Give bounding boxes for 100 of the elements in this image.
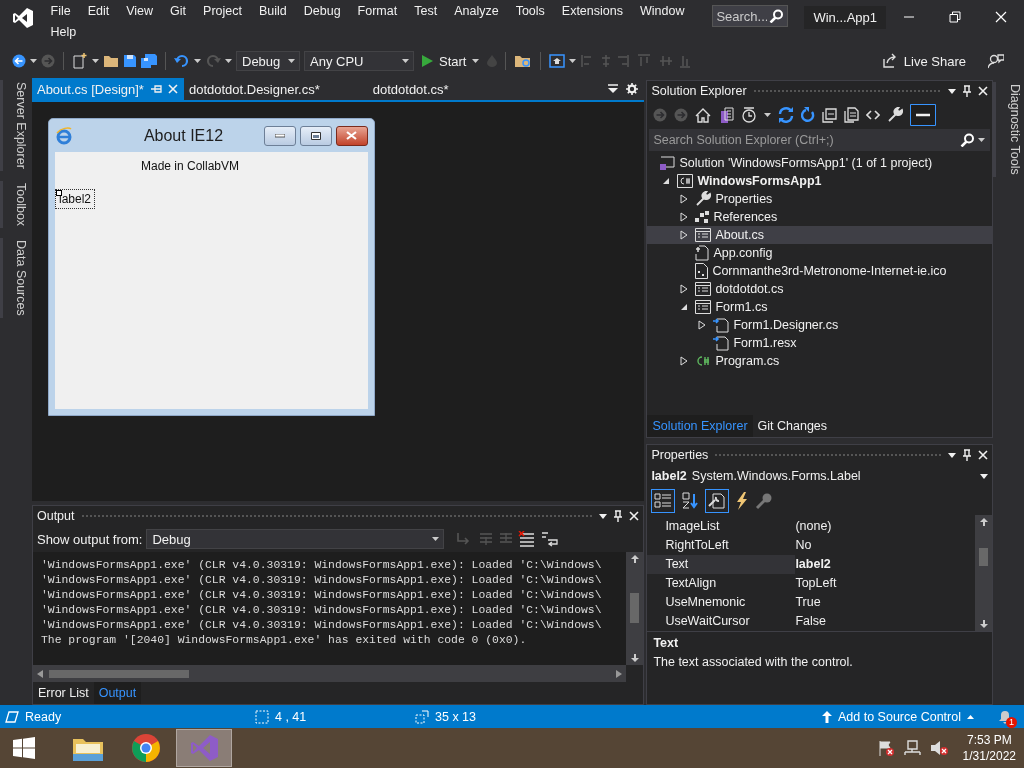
source-control-button[interactable]: Add to Source Control [822,709,974,724]
refresh-icon[interactable] [801,107,816,123]
platform-dropdown[interactable]: Any CPU [304,51,414,71]
caret-icon[interactable] [225,59,232,63]
menu-item[interactable]: Format [349,1,406,22]
document-tab[interactable]: dotdotdot.cs* [367,78,497,100]
panel-tab[interactable]: Output [93,682,142,704]
dropdown-icon[interactable] [599,513,608,519]
configuration-dropdown[interactable]: Debug [236,51,300,71]
property-name[interactable]: ImageList [647,517,796,536]
tree-item[interactable]: Cornmanthe3rd-Metronome-Internet-ie.ico [647,262,993,280]
caret-icon[interactable] [764,113,772,117]
close-icon[interactable] [978,86,989,96]
scroll-up-icon[interactable] [630,555,639,563]
tree-item[interactable]: WindowsFormsApp1 [647,172,993,190]
property-name[interactable]: RightToLeft [647,536,796,555]
tree-item[interactable]: Form1.resx [647,334,993,352]
form-label[interactable]: label2 [54,189,95,209]
alphabetical-icon[interactable] [681,492,700,510]
collapsed-arrow-icon[interactable] [698,320,707,330]
property-name[interactable]: TextAlign [647,574,796,593]
flag-icon[interactable] [877,740,894,756]
property-name[interactable]: Text [647,555,796,574]
scroll-left-icon[interactable] [36,669,43,678]
tool-window-tab[interactable]: Data Sources [0,237,30,318]
panel-tab[interactable]: Error List [32,682,94,704]
tool-window-tab[interactable]: Toolbox [0,180,30,228]
switch-views-icon[interactable] [718,107,735,123]
tree-item[interactable]: References [647,208,993,226]
tree-item[interactable]: Form1.Designer.cs [647,316,993,334]
scroll-down-icon[interactable] [630,654,639,662]
sync-icon[interactable] [778,107,795,123]
collapse-all-icon[interactable] [822,107,838,123]
folder-icon[interactable] [103,54,119,68]
scrollbar-thumb[interactable] [979,548,989,566]
dropdown-icon[interactable] [980,473,989,479]
menu-item[interactable]: Extensions [553,1,632,22]
property-value[interactable]: label2 [795,555,976,574]
undo-icon[interactable] [174,54,190,68]
expanded-arrow-icon[interactable] [662,177,671,185]
menu-item[interactable]: Test [405,1,446,22]
property-value[interactable]: No [795,536,976,555]
tree-item[interactable]: Form1.cs [647,298,993,316]
scrollbar-thumb[interactable] [630,593,640,623]
collapsed-arrow-icon[interactable] [680,356,689,366]
pin-icon[interactable] [962,85,973,97]
start-button[interactable]: Start [418,50,484,72]
code-icon[interactable] [866,110,881,120]
caret-icon[interactable] [30,59,37,63]
tree-item[interactable]: About.cs [647,226,993,244]
property-value[interactable]: True [795,593,976,612]
tree-item[interactable]: Program.cs [647,352,993,370]
document-tab[interactable]: dotdotdot.Designer.cs* [183,78,368,100]
menu-item[interactable]: Tools [507,1,554,22]
tool-window-tab[interactable]: Diagnostic Tools [993,82,1024,177]
new-project-icon[interactable] [72,53,88,69]
menu-item[interactable]: Window [631,1,693,22]
close-icon[interactable] [978,450,989,460]
tree-item[interactable]: App.config [647,244,993,262]
menu-item[interactable]: Project [194,1,251,22]
property-value[interactable]: (none) [795,517,976,536]
form-window[interactable]: About IE12 Made in CollabVM label2 [47,118,375,416]
browser-icon[interactable] [549,53,566,69]
clock-time[interactable]: 7:53 PM [966,732,1012,748]
folder-search-icon[interactable] [514,54,533,68]
caret-icon[interactable] [194,59,201,63]
categorized-button[interactable] [651,489,676,513]
menu-item[interactable]: File [42,1,80,22]
property-value[interactable]: False [795,612,976,631]
menu-item[interactable]: Help [42,22,85,43]
close-icon[interactable] [629,511,640,521]
dropdown-icon[interactable] [948,452,957,458]
vertical-scrollbar[interactable] [975,515,993,631]
speaker-icon[interactable] [929,740,948,756]
word-wrap-icon[interactable] [540,531,559,547]
tree-item[interactable]: Solution 'WindowsFormsApp1' (1 of 1 project) [647,154,993,172]
clock-date[interactable]: 1/31/2022 [962,748,1016,764]
save-all-icon[interactable] [141,53,157,69]
history-icon[interactable] [741,107,758,123]
property-name[interactable]: UseMnemonic [647,593,796,612]
menu-item[interactable]: Git [161,1,195,22]
lightning-icon[interactable] [735,492,750,510]
scroll-up-icon[interactable] [979,518,988,526]
live-share-button[interactable]: Live Share [881,49,966,73]
caret-icon[interactable] [92,59,99,63]
scroll-down-icon[interactable] [979,620,988,628]
menu-item[interactable]: Debug [295,1,350,22]
search-field[interactable]: Search Solution Explorer (Ctrl+;) [649,129,991,151]
menu-item[interactable]: Edit [79,1,118,22]
menu-item[interactable]: Build [250,1,296,22]
collapsed-arrow-icon[interactable] [680,194,689,204]
tab-list-icon[interactable] [608,84,619,94]
home-icon[interactable] [695,107,712,123]
expanded-arrow-icon[interactable] [680,303,689,311]
tree-item[interactable]: Properties [647,190,993,208]
horizontal-scrollbar[interactable] [32,665,627,682]
menu-item[interactable]: View [117,1,162,22]
output-source-dropdown[interactable]: Debug [146,529,445,549]
pin-icon[interactable] [962,449,973,461]
vertical-scrollbar[interactable] [626,552,644,665]
